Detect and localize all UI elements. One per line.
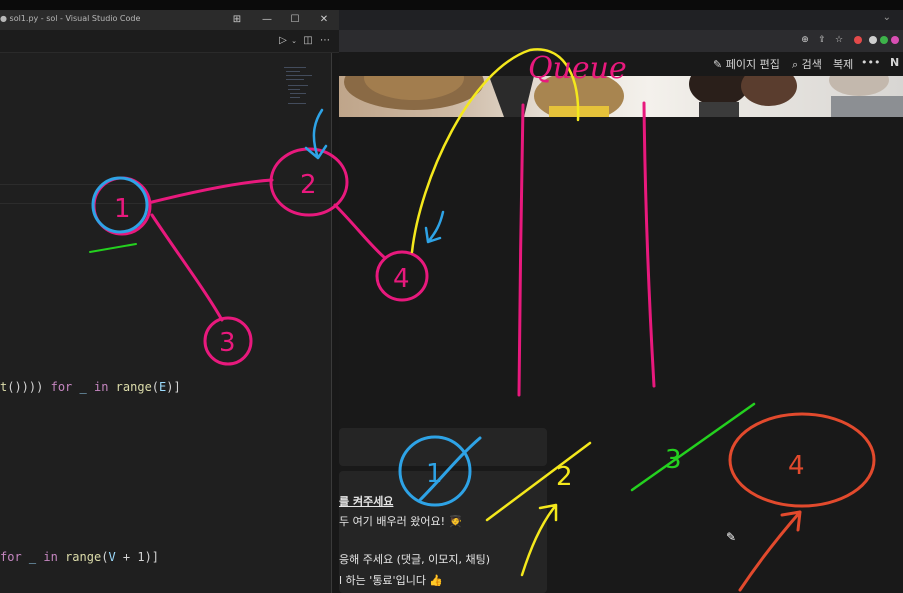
callout-line-2: 두 여기 배우러 왔어요! 🧑‍🎓 — [339, 515, 463, 528]
code-line-graph[interactable]: for _ in range(V + 1)] — [0, 550, 159, 564]
share-icon[interactable]: ⇪ — [816, 34, 828, 46]
star-icon[interactable]: ☆ — [833, 34, 845, 46]
current-line-highlight — [0, 184, 333, 204]
window-divider — [332, 53, 339, 593]
minimize-icon[interactable]: — — [259, 12, 275, 28]
notion-logo-icon: N — [890, 56, 900, 69]
extension-icon[interactable] — [869, 36, 877, 44]
browser-window: ⌄ ⊕ ⇪ ☆ ✎ 페이지 편집 ⌕ 검색 복제 ••• N 를 켜주세요 두 … — [339, 10, 903, 593]
notion-topbar: ✎ 페이지 편집 ⌕ 검색 복제 ••• N — [339, 52, 903, 76]
layout-icon[interactable]: ⊞ — [229, 12, 245, 28]
extension-icon[interactable] — [891, 36, 899, 44]
browser-toolbar: ⊕ ⇪ ☆ — [339, 30, 903, 52]
code-line-edges[interactable]: t()))) for _ in range(E)] — [0, 380, 181, 394]
search-button[interactable]: ⌕ 검색 — [792, 56, 822, 72]
editor-tab-bar: ▷ ⌄ ◫ ⋯ — [0, 30, 339, 53]
zoom-icon[interactable]: ⊕ — [799, 34, 811, 46]
cover-photo — [344, 76, 903, 117]
callout-header — [339, 428, 547, 466]
callout-line-3: 응해 주세요 (댓글, 이모지, 채팅) — [339, 553, 491, 566]
maximize-icon[interactable]: ☐ — [287, 12, 303, 28]
vscode-titlebar: ● sol1.py - sol - Visual Studio Code ⊞ —… — [0, 10, 339, 30]
chevron-down-icon[interactable]: ⌄ — [883, 12, 891, 23]
code-editor[interactable]: t()))) for _ in range(E)] for _ in range… — [0, 53, 339, 593]
cover-image — [339, 76, 903, 117]
minimap[interactable] — [284, 63, 324, 113]
callout-line-1: 를 켜주세요 — [339, 495, 394, 508]
window-title: ● sol1.py - sol - Visual Studio Code — [0, 14, 141, 23]
cursor-icon: ✎ — [726, 530, 737, 544]
edit-page-button[interactable]: ✎ 페이지 편집 — [713, 56, 780, 72]
browser-tab-strip: ⌄ — [339, 10, 903, 30]
notion-page-body: 를 켜주세요 두 여기 배우러 왔어요! 🧑‍🎓 응해 주세요 (댓글, 이모지… — [339, 117, 903, 593]
split-editor-icon[interactable]: ◫ — [301, 34, 315, 48]
more-button[interactable]: ••• — [861, 56, 880, 69]
vscode-window: ● sol1.py - sol - Visual Studio Code ⊞ —… — [0, 10, 339, 593]
extension-icon[interactable] — [854, 36, 862, 44]
extension-icon[interactable] — [880, 36, 888, 44]
callout-line-4: l 하는 '통료'입니다 👍 — [339, 574, 444, 587]
screen-top-edge — [0, 0, 903, 10]
close-icon[interactable]: ✕ — [316, 12, 332, 28]
more-icon[interactable]: ⋯ — [318, 34, 332, 48]
callout-box: 를 켜주세요 두 여기 배우러 왔어요! 🧑‍🎓 응해 주세요 (댓글, 이모지… — [339, 471, 547, 593]
chevron-down-icon[interactable]: ⌄ — [287, 34, 301, 48]
duplicate-button[interactable]: 복제 — [833, 56, 853, 72]
